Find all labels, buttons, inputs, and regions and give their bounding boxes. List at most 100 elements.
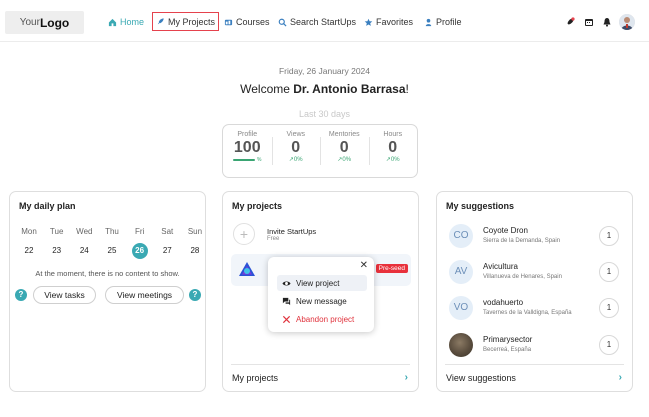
logo[interactable]: Your Logo [5,11,84,34]
stat-trend: ↗0% [369,156,418,163]
user-name: Dr. Antonio Barrasa [293,82,406,96]
day-mon[interactable]: Mon 22 [18,227,40,259]
nav-profile[interactable]: Profile [424,13,462,31]
suggestion-location: Sierra de la Demanda, Spain [483,238,561,244]
nav-courses-label: Courses [236,17,270,27]
day-number: 22 [24,246,34,255]
home-icon [108,18,117,26]
nav-search-startups[interactable]: Search StartUps [278,13,356,31]
day-number: 23 [52,246,62,255]
suggestion-avatar: CO [449,224,473,248]
chat-icon [282,297,291,305]
eye-icon [282,280,291,286]
day-tue[interactable]: Tue 23 [46,227,68,259]
nav-my-projects[interactable]: My Projects [152,12,220,31]
profile-progress: % [223,157,272,163]
view-tasks-button[interactable]: View tasks [33,286,96,304]
footer-label: View suggestions [446,373,516,383]
close-icon[interactable]: ✕ [360,260,368,271]
project-context-menu: ✕ View project New message Abandon proje… [268,257,374,332]
day-sat[interactable]: Sat 27 [156,227,178,259]
logo-main: Logo [39,15,70,30]
day-sun[interactable]: Sun 28 [184,227,206,259]
stat-label: Hours [383,131,403,138]
stat-label: Mentories [328,131,360,138]
day-number: 24 [79,246,89,255]
suggestion-item[interactable]: Primarysector Becerreá, España 1 [449,333,625,359]
projects-card: My projects + Invite StartUps Free Pre-s… [222,191,419,392]
plus-icon: + [233,223,255,245]
day-name: Wed [76,227,93,236]
card-title: My suggestions [446,201,515,211]
new-message-menu-item[interactable]: New message [277,293,352,309]
view-meetings-button[interactable]: View meetings [105,286,184,304]
progress-bar [233,159,256,161]
view-suggestions-link[interactable]: View suggestions › [445,364,624,391]
nav-home[interactable]: Home [108,13,144,31]
day-fri[interactable]: Fri 26 [129,227,151,259]
suggestion-item[interactable]: AV Avicultura Villanueva de Henares, Spa… [449,260,625,286]
calendar-icon[interactable] [584,17,594,27]
x-icon [282,315,291,323]
progress-unit: % [257,157,262,163]
project-logo-icon [239,262,255,276]
trend-value: 0% [390,157,400,163]
stats-panel: Profile 100 % Views 0 ↗0% Mentories 0 ↗0… [222,124,418,178]
day-name: Sat [161,227,174,236]
chevron-right-icon: › [618,372,622,383]
suggestion-item[interactable]: CO Coyote Dron Sierra de la Demanda, Spa… [449,224,625,250]
search-icon [278,18,287,27]
suggestion-avatar: AV [449,260,473,284]
suggestion-count: 1 [599,262,619,282]
user-photo-icon [619,14,635,30]
suggestion-avatar: VO [449,296,473,320]
suggestion-count: 1 [599,298,619,318]
projects-footer-link[interactable]: My projects › [231,364,410,391]
day-name: Thu [105,227,119,236]
suggestions-card: My suggestions CO Coyote Dron Sierra de … [436,191,633,392]
stat-value: 0 [339,139,349,156]
day-name: Sun [187,227,203,236]
stat-views: Views 0 ↗0% [271,125,321,177]
suggestion-count: 1 [599,335,619,355]
top-navbar: Your Logo Home My Projects Courses Search… [0,0,649,42]
stat-value: 0 [388,139,398,156]
view-project-menu-item[interactable]: View project [277,275,367,291]
nav-favorites[interactable]: Favorites [364,13,413,31]
rocket-icon [157,18,164,25]
suggestion-photo [449,333,473,357]
rocket-icon[interactable] [565,17,575,27]
chevron-right-icon: › [404,372,408,383]
help-meetings-icon[interactable]: ? [189,289,201,301]
abandon-project-menu-item[interactable]: Abandon project [277,311,359,327]
nav-my-projects-label: My Projects [168,16,216,27]
stat-trend: ↗0% [320,156,369,163]
stat-label: Profile [237,131,258,138]
suggestion-item[interactable]: VO vodahuerto Tavernes de la Valldigna, … [449,296,625,322]
day-wed[interactable]: Wed 24 [73,227,95,259]
avatar[interactable] [619,14,635,30]
welcome-prefix: Welcome [240,82,294,96]
day-name: Tue [49,227,64,236]
suggestion-count: 1 [599,226,619,246]
suggestion-name: Coyote Dron [483,226,528,235]
stat-value: 0 [291,139,301,156]
menu-label: Abandon project [296,314,355,324]
day-name: Mon [21,227,37,236]
bell-icon[interactable] [602,17,612,27]
help-tasks-icon[interactable]: ? [15,289,27,301]
courses-icon [224,19,233,25]
footer-label: My projects [232,373,279,383]
menu-label: New message [296,296,347,306]
star-icon [364,18,373,26]
nav-courses[interactable]: Courses [224,13,270,31]
invite-subtitle: Free [267,235,280,242]
stat-profile: Profile 100 % [223,125,272,177]
suggestion-location: Becerreá, España [483,347,532,353]
invite-startups[interactable]: + Invite StartUps Free [233,223,316,245]
day-number-today: 26 [131,243,148,259]
stat-hours: Hours 0 ↗0% [368,125,418,177]
day-number: 28 [190,246,200,255]
person-icon [425,18,432,26]
day-thu[interactable]: Thu 25 [101,227,123,259]
